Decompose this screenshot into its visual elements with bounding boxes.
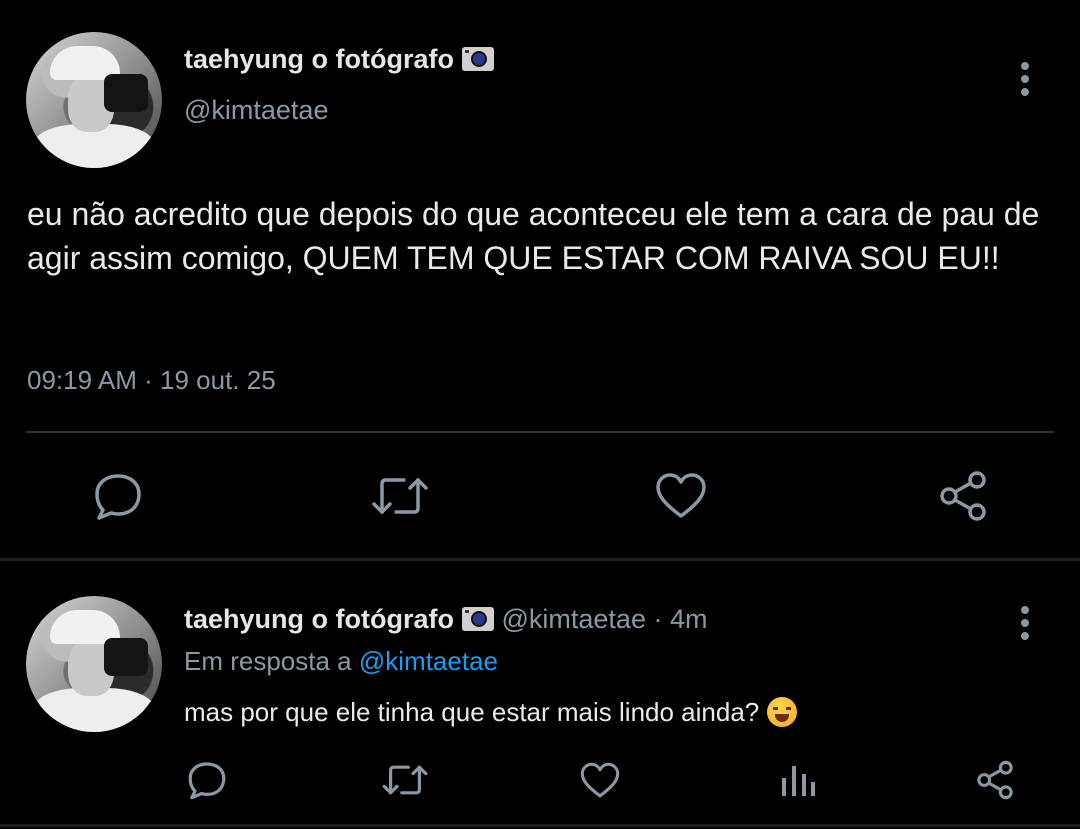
speech-bubble-icon [188,762,226,800]
tweet-text: eu não acredito que depois do que aconte… [27,196,1040,276]
speech-bubble-icon [95,474,141,520]
share-icon [940,471,986,521]
tired-face-emoji-icon [767,697,798,727]
camera-emoji-icon [461,47,494,71]
retweet-icon [372,478,428,514]
tweet-date: 19 out. 25 [160,365,276,395]
reply-more-options-icon[interactable] [1018,606,1032,645]
reply-author-avatar[interactable] [26,596,162,732]
heart-icon [580,762,620,798]
reply-time-ago: · 4m [653,604,708,634]
reply-text: mas por que ele tinha que estar mais lin… [184,697,760,727]
author-avatar[interactable] [26,32,162,168]
author-name-text: taehyung o fotógrafo [184,44,454,74]
tweet-time: 09:19 AM [27,365,137,395]
replying-to-line: Em resposta a @kimtaetae [184,646,498,677]
divider [26,431,1054,433]
reply-author-handle[interactable]: @kimtaetae [502,604,646,634]
avatar-camera [104,638,148,676]
reply-author-name[interactable]: taehyung o fotógrafo [184,604,454,634]
reply-analytics-button[interactable] [780,762,816,798]
replying-to-prefix: Em resposta a [184,646,352,676]
more-options-icon[interactable] [1018,62,1032,101]
retweet-button[interactable] [370,474,430,518]
replying-to-link[interactable]: @kimtaetae [359,646,498,676]
reply-retweet-button[interactable] [381,762,429,798]
timestamp-separator: · [144,365,153,395]
bottom-separator [0,824,1080,827]
reply-reply-button[interactable] [187,760,227,800]
share-icon [977,760,1013,800]
tweet-timestamp[interactable]: 09:19 AM · 19 out. 25 [27,365,276,396]
avatar-camera [104,74,148,112]
retweet-icon [382,765,428,795]
reply-share-button[interactable] [975,760,1015,800]
reply-button[interactable] [93,472,143,520]
like-button[interactable] [655,472,707,520]
reply-like-button[interactable] [580,762,620,799]
reply-text-line: mas por que ele tinha que estar mais lin… [184,697,798,728]
reply-author-line: taehyung o fotógrafo @kimtaetae · 4m [184,604,707,635]
heart-icon [656,473,706,518]
camera-emoji-icon [461,607,494,631]
share-button[interactable] [937,470,989,522]
section-separator [0,558,1080,561]
author-name[interactable]: taehyung o fotógrafo [184,44,494,75]
author-handle[interactable]: @kimtaetae [184,95,328,126]
bar-chart-icon [782,766,815,796]
